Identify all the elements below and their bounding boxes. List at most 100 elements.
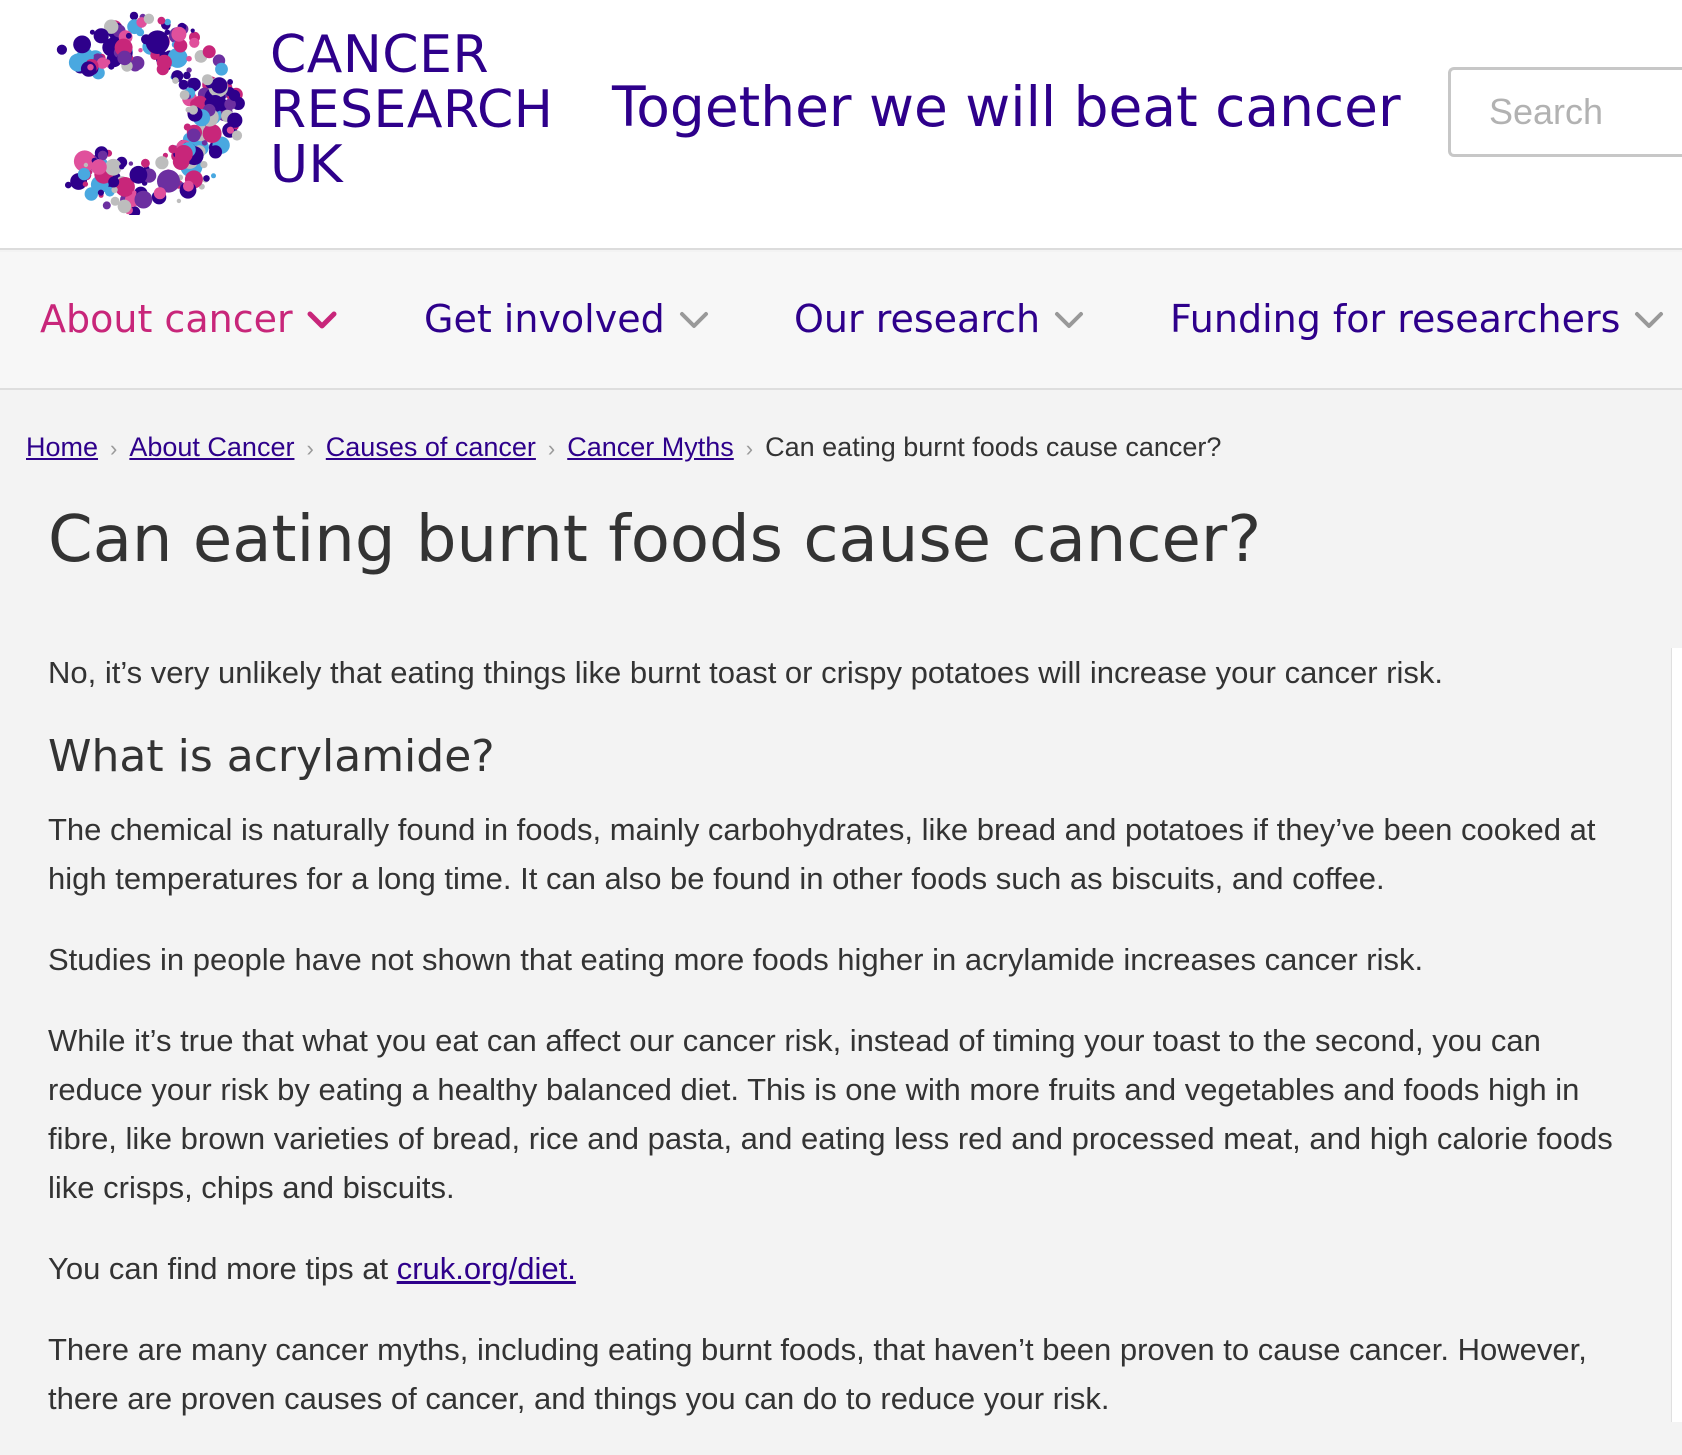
logo-dot bbox=[168, 144, 177, 154]
logo-dot bbox=[227, 79, 234, 85]
logo-dot bbox=[77, 167, 91, 181]
logo-dot bbox=[56, 44, 67, 55]
logo-dot bbox=[157, 16, 166, 25]
logo-dotted-c-icon bbox=[56, 11, 245, 218]
logo-dot bbox=[128, 161, 134, 166]
logo-dot bbox=[172, 77, 179, 84]
article-intro: No, it’s very unlikely that eating thing… bbox=[48, 655, 1444, 690]
nav-item-our-research[interactable]: Our research bbox=[794, 294, 1084, 344]
logo-dot bbox=[190, 28, 195, 33]
logo-dot bbox=[111, 186, 118, 193]
article-paragraph-5: There are many cancer myths, including e… bbox=[48, 1332, 1587, 1416]
logo-dot bbox=[202, 124, 222, 143]
logo-dot bbox=[73, 35, 91, 54]
logo-dot bbox=[91, 159, 107, 175]
chevron-right-icon: › bbox=[306, 436, 314, 461]
logo-dot bbox=[226, 126, 234, 134]
chevron-down-icon bbox=[679, 311, 708, 328]
logo-dot bbox=[108, 176, 120, 188]
tips-text: You can find more tips at bbox=[48, 1251, 397, 1286]
site-header: CANCER RESEARCH UK Together we will beat… bbox=[0, 0, 1682, 250]
logo-dot bbox=[188, 105, 198, 115]
cruk-logo-icon[interactable] bbox=[20, 10, 250, 218]
logo-dot bbox=[195, 98, 203, 106]
logo-dot bbox=[83, 162, 89, 168]
logo-dot bbox=[82, 181, 89, 187]
article-paragraph-3: While it’s true that what you eat can af… bbox=[48, 1023, 1613, 1205]
logo-dot bbox=[129, 11, 139, 21]
article-body: No, it’s very unlikely that eating thing… bbox=[48, 648, 1638, 1455]
logo-dot bbox=[141, 158, 150, 168]
logo-wordmark[interactable]: CANCER RESEARCH UK bbox=[270, 28, 553, 193]
logo-dot bbox=[183, 180, 194, 192]
logo-dot bbox=[87, 64, 94, 71]
logo-dot bbox=[202, 74, 213, 86]
logo-dot bbox=[156, 54, 172, 70]
search-input[interactable] bbox=[1448, 67, 1682, 157]
logo-dot bbox=[164, 29, 171, 35]
logo-dot bbox=[211, 173, 216, 179]
logo-dot bbox=[125, 32, 132, 39]
logo-dot bbox=[129, 165, 148, 184]
logo-dot bbox=[117, 199, 132, 214]
breadcrumb: Home › About Cancer › Causes of cancer › Cance… bbox=[26, 430, 1221, 466]
side-panel-edge bbox=[1671, 648, 1682, 1422]
breadcrumb-link-home[interactable]: Home bbox=[26, 432, 98, 462]
logo-dot bbox=[155, 156, 169, 170]
logo-dot bbox=[71, 181, 78, 188]
logo-dot bbox=[187, 128, 201, 143]
chevron-down-icon bbox=[307, 311, 337, 328]
logo-dot bbox=[143, 13, 155, 24]
logo-dot bbox=[200, 161, 208, 169]
logo-dot bbox=[208, 145, 223, 159]
logo-line-research: RESEARCH bbox=[270, 80, 554, 140]
logo-dot bbox=[202, 45, 216, 59]
logo-dot bbox=[102, 201, 111, 210]
breadcrumb-link-about-cancer[interactable]: About Cancer bbox=[129, 432, 294, 462]
logo-dot bbox=[119, 164, 125, 170]
logo-line-uk: UK bbox=[270, 135, 344, 195]
logo-dot bbox=[164, 18, 171, 26]
nav-item-get-involved[interactable]: Get involved bbox=[424, 294, 709, 344]
logo-dot bbox=[189, 37, 200, 48]
article-paragraph-2: Studies in people have not shown that ea… bbox=[48, 942, 1424, 977]
article-paragraph-1: The chemical is naturally found in foods… bbox=[48, 812, 1596, 896]
section-heading: What is acrylamide? bbox=[48, 731, 495, 782]
logo-dot bbox=[203, 175, 210, 182]
logo-dot bbox=[93, 28, 109, 44]
logo-dot bbox=[97, 150, 108, 161]
nav-item-label: About cancer bbox=[40, 297, 293, 341]
logo-dot bbox=[179, 90, 190, 100]
logo-dot bbox=[138, 48, 143, 53]
logo-dot bbox=[228, 89, 241, 102]
chevron-right-icon: › bbox=[547, 436, 556, 461]
chevron-down-icon bbox=[1055, 311, 1084, 328]
logo-dot bbox=[183, 71, 191, 80]
chevron-right-icon: › bbox=[110, 436, 118, 461]
chevron-down-icon bbox=[1635, 311, 1664, 328]
breadcrumb-link-causes-of-cancer[interactable]: Causes of cancer bbox=[326, 432, 536, 462]
site-tagline: Together we will beat cancer bbox=[612, 75, 1401, 139]
logo-dot bbox=[108, 63, 115, 70]
logo-dot bbox=[176, 198, 182, 204]
logo-dot bbox=[153, 187, 166, 200]
logo-dot bbox=[132, 190, 137, 195]
nav-item-about-cancer[interactable]: About cancer bbox=[40, 294, 337, 344]
main-navigation: About cancer Get involved Our research F… bbox=[0, 252, 1682, 390]
logo-dot bbox=[117, 50, 132, 66]
logo-line-cancer: CANCER bbox=[270, 25, 490, 85]
logo-dot bbox=[174, 145, 193, 163]
logo-dot bbox=[171, 26, 187, 42]
breadcrumb-link-cancer-myths[interactable]: Cancer Myths bbox=[567, 432, 734, 462]
logo-dot bbox=[134, 190, 153, 209]
nav-item-label: Get involved bbox=[424, 297, 665, 341]
nav-item-label: Our research bbox=[794, 297, 1041, 341]
logo-dot bbox=[65, 181, 72, 189]
logo-dot bbox=[227, 112, 243, 128]
article-paragraph-4: You can find more tips at cruk.org/diet. bbox=[48, 1244, 1638, 1293]
page-title: Can eating burnt foods cause cancer? bbox=[48, 503, 1262, 577]
logo-dot bbox=[215, 62, 228, 76]
logo-dot bbox=[97, 189, 104, 196]
diet-link[interactable]: cruk.org/diet. bbox=[397, 1251, 576, 1286]
nav-item-funding-for-researchers[interactable]: Funding for researchers bbox=[1170, 294, 1664, 344]
